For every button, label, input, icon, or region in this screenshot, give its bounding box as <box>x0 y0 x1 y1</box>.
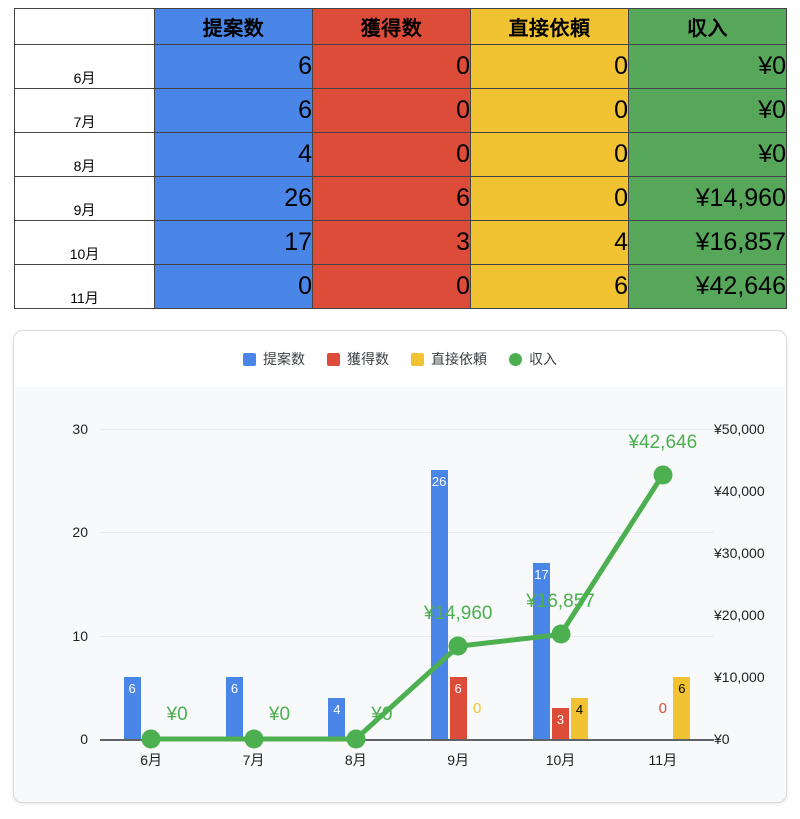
line-point-label: ¥0 <box>371 704 393 725</box>
table-cell-won: 0 <box>312 88 471 133</box>
legend-swatch-icon <box>327 352 340 366</box>
table-header-direct: 直接依頼 <box>470 8 629 45</box>
line-point-marker[interactable] <box>551 624 570 644</box>
chart-card: 提案数 獲得数 直接依頼 収入 0 10 20 30 ¥0 ¥10,000 ¥20,000 ¥… <box>13 330 787 803</box>
table-cell-month: 9月 <box>14 176 155 221</box>
table-cell-won: 0 <box>312 44 471 89</box>
table-cell-direct: 4 <box>470 220 629 265</box>
table-cell-month: 10月 <box>14 220 155 265</box>
table-cell-won: 3 <box>312 220 471 265</box>
legend-swatch-icon <box>411 352 424 366</box>
table-cell-proposals: 17 <box>154 220 313 265</box>
legend-dot-icon <box>509 352 522 366</box>
line-point-label: ¥16,857 <box>526 591 595 613</box>
table-cell-month: 11月 <box>14 264 155 309</box>
line-point-marker[interactable] <box>448 636 468 656</box>
legend-label: 獲得数 <box>347 351 389 367</box>
line-point-marker[interactable] <box>141 729 161 749</box>
table-cell-income: ¥16,857 <box>628 220 787 265</box>
table-cell-direct: 0 <box>470 176 629 221</box>
legend-label: 収入 <box>529 351 557 367</box>
table-cell-direct: 6 <box>470 264 629 309</box>
legend-item-won[interactable]: 獲得数 <box>327 349 389 369</box>
table-cell-month: 8月 <box>14 132 155 177</box>
table-row: 6月 6 0 0 ¥0 <box>14 44 787 89</box>
table-row: 8月 4 0 0 ¥0 <box>14 132 787 177</box>
table-cell-income: ¥0 <box>628 132 787 177</box>
legend-item-income[interactable]: 収入 <box>509 349 557 369</box>
table-cell-income: ¥14,960 <box>628 176 787 221</box>
table-cell-won: 0 <box>312 264 471 309</box>
summary-table: 提案数 獲得数 直接依頼 収入 6月 6 0 0 ¥0 7月 6 0 0 ¥0 8月 4 0 0 ¥0 9月 2… <box>14 8 787 309</box>
table-row: 9月 26 6 0 ¥14,960 <box>14 176 787 221</box>
line-point-marker[interactable] <box>244 729 263 749</box>
line-point-marker[interactable] <box>653 465 673 485</box>
table-cell-proposals: 6 <box>154 88 313 133</box>
table-cell-proposals: 26 <box>154 176 313 221</box>
table-cell-proposals: 6 <box>154 44 313 89</box>
table-header-income: 収入 <box>628 8 787 45</box>
summary-table-container: 提案数 獲得数 直接依頼 収入 6月 6 0 0 ¥0 7月 6 0 0 ¥0 8月 4 0 0 ¥0 9月 2… <box>14 8 787 310</box>
table-cell-won: 6 <box>312 176 471 221</box>
legend-item-proposals[interactable]: 提案数 <box>243 349 305 369</box>
table-cell-income: ¥42,646 <box>628 264 787 309</box>
line-point-marker[interactable] <box>346 729 366 749</box>
table-row: 11月 0 0 6 ¥42,646 <box>14 264 787 309</box>
line-point-label: ¥42,646 <box>628 431 698 453</box>
table-cell-direct: 0 <box>470 88 629 133</box>
legend-label: 直接依頼 <box>431 351 487 367</box>
table-cell-proposals: 4 <box>154 132 313 177</box>
table-cell-proposals: 0 <box>154 264 313 309</box>
table-cell-month: 7月 <box>14 88 155 133</box>
legend-item-direct[interactable]: 直接依頼 <box>411 349 487 369</box>
legend-swatch-icon <box>243 352 256 366</box>
table-cell-month: 6月 <box>14 44 155 89</box>
chart-legend: 提案数 獲得数 直接依頼 収入 <box>14 349 786 369</box>
legend-label: 提案数 <box>263 351 305 367</box>
chart-plot-area[interactable]: 0 10 20 30 ¥0 ¥10,000 ¥20,000 ¥30,000 ¥40,000 ¥50… <box>14 387 786 802</box>
table-row: 7月 6 0 0 ¥0 <box>14 88 787 133</box>
table-row: 10月 17 3 4 ¥16,857 <box>14 220 787 265</box>
table-header-proposals: 提案数 <box>154 8 313 45</box>
table-cell-direct: 0 <box>470 44 629 89</box>
table-cell-won: 0 <box>312 132 471 177</box>
table-header-row: 提案数 獲得数 直接依頼 収入 <box>14 8 787 45</box>
table-cell-direct: 0 <box>470 132 629 177</box>
table-corner-cell <box>14 8 155 45</box>
table-cell-income: ¥0 <box>628 44 787 89</box>
table-header-won: 獲得数 <box>312 8 471 45</box>
table-cell-income: ¥0 <box>628 88 787 133</box>
